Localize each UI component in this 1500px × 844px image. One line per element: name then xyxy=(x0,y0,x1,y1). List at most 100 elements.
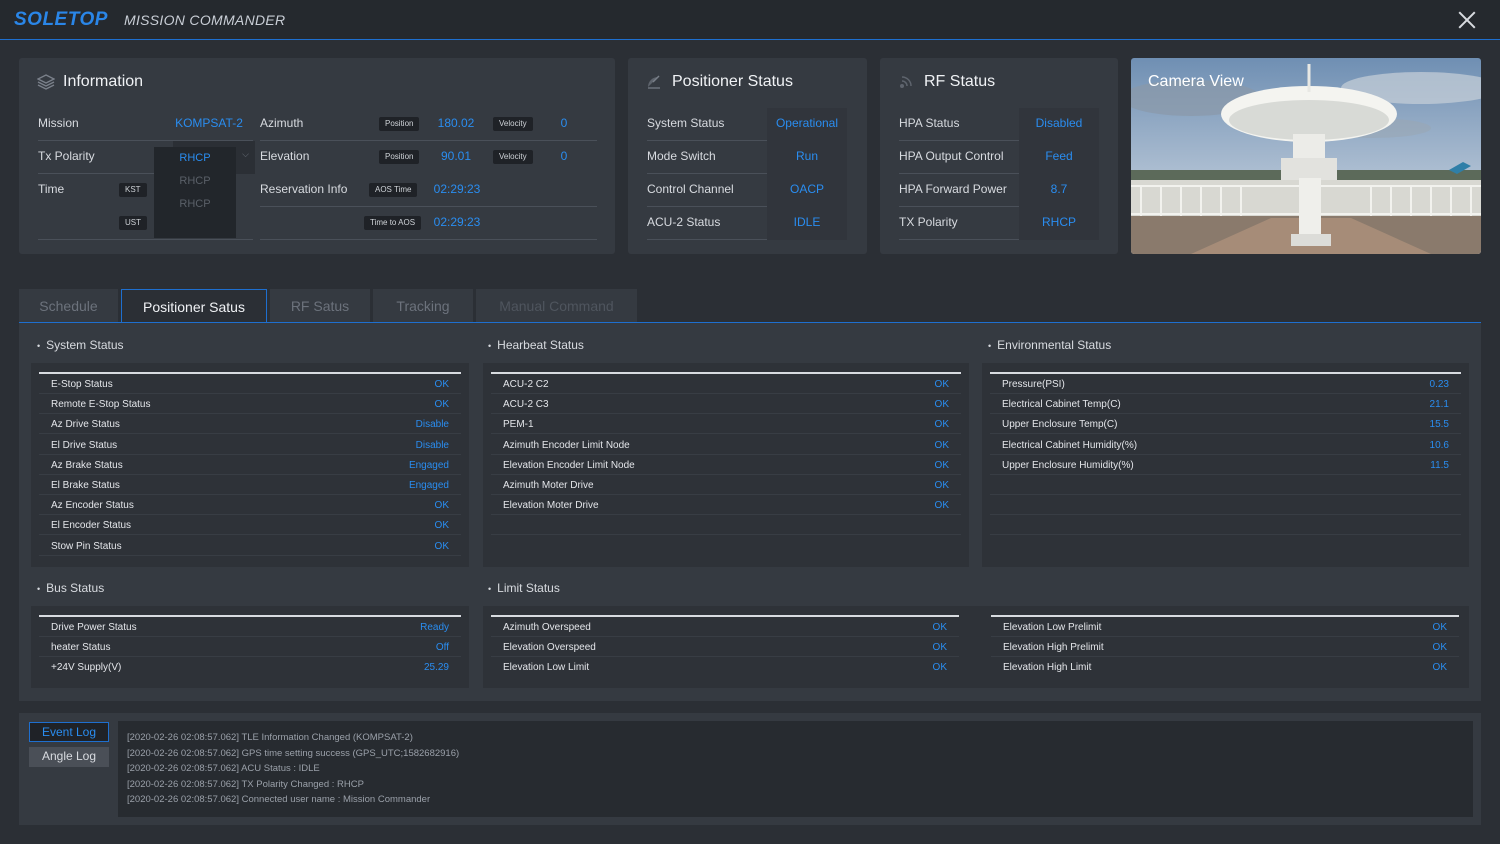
rf-status-card: RF Status HPA Status Disabled HPA Output… xyxy=(880,58,1118,254)
status-row-label: Elevation Low Limit xyxy=(503,662,590,673)
status-row-label: +24V Supply(V) xyxy=(51,662,122,673)
status-row-value: OK xyxy=(934,399,949,410)
status-row-label: Az Drive Status xyxy=(51,419,120,430)
status-row-label: Elevation High Prelimit xyxy=(1003,642,1104,653)
elevation-label: Elevation xyxy=(260,149,310,163)
status-row-value: OK xyxy=(434,379,449,390)
azimuth-row: Azimuth Position 180.02 Velocity 0 xyxy=(260,108,597,141)
status-row-label: Electrical Cabinet Humidity(%) xyxy=(1002,440,1138,451)
status-row: Elevation High Prelimit OK xyxy=(991,637,1459,657)
aos-time-value: 02:29:23 xyxy=(433,182,481,196)
log-line: [2020-02-26 02:08:57.062] TLE Informatio… xyxy=(127,732,413,743)
elevation-velocity-value: 0 xyxy=(560,149,568,163)
tab-manual-command[interactable]: Manual Command xyxy=(476,289,637,323)
log-panel: Event Log Angle Log [2020-02-26 02:08:57… xyxy=(19,713,1481,825)
status-row: E-Stop Status OK xyxy=(39,374,461,394)
dropdown-option[interactable]: RHCP xyxy=(154,170,236,193)
status-row-label: Elevation Moter Drive xyxy=(503,500,599,511)
satellite-dish-icon xyxy=(646,74,664,90)
rf-value-cell: 8.7 xyxy=(1019,174,1099,207)
kst-tag: KST xyxy=(119,183,147,197)
status-row: Upper Enclosure Temp(C) 15.5 xyxy=(990,414,1461,434)
rf-row: TX Polarity RHCP xyxy=(899,207,1099,240)
azimuth-velocity-value: 0 xyxy=(560,116,568,130)
status-row-value: 10.6 xyxy=(1429,440,1449,451)
positioner-row: Mode Switch Run xyxy=(647,141,847,174)
empty-row xyxy=(990,475,1461,495)
dropdown-option[interactable]: RHCP xyxy=(154,193,236,216)
positioner-value-cell: IDLE xyxy=(767,207,847,240)
status-row: Upper Enclosure Humidity(%) 11.5 xyxy=(990,455,1461,475)
system-status-title: System Status xyxy=(37,338,123,352)
status-row-value: OK xyxy=(1432,662,1447,673)
status-row: Az Encoder Status OK xyxy=(39,495,461,515)
heartbeat-status-box: ACU-2 C2 OK ACU-2 C3 OK PEM-1 OK Azimuth En… xyxy=(483,363,969,567)
status-row-label: Azimuth Moter Drive xyxy=(503,480,594,491)
app-title: MISSION COMMANDER xyxy=(124,12,286,28)
status-row-label: Az Brake Status xyxy=(51,460,123,471)
status-row-value: Off xyxy=(435,642,449,653)
close-icon[interactable] xyxy=(1456,9,1478,31)
status-row-value: 25.29 xyxy=(423,662,449,673)
app-logo: SOLETOP xyxy=(14,9,108,30)
status-row-label: El Drive Status xyxy=(51,440,118,451)
status-row: +24V Supply(V) 25.29 xyxy=(39,657,461,677)
positioner-row-value: Run xyxy=(795,149,818,163)
status-row: Az Brake Status Engaged xyxy=(39,455,461,475)
status-row: Electrical Cabinet Humidity(%) 10.6 xyxy=(990,435,1461,455)
status-row: Elevation Low Prelimit OK xyxy=(991,617,1459,637)
positioner-row-value: OACP xyxy=(789,182,824,196)
angle-log-button[interactable]: Angle Log xyxy=(29,747,109,767)
empty-row xyxy=(990,515,1461,535)
status-row-label: Elevation Encoder Limit Node xyxy=(503,460,635,471)
status-row-label: E-Stop Status xyxy=(51,379,113,390)
camera-view[interactable]: Camera View xyxy=(1131,58,1481,254)
status-row-value: 0.23 xyxy=(1429,379,1449,390)
azimuth-velocity-tag: Velocity xyxy=(493,117,533,131)
status-row-label: Upper Enclosure Humidity(%) xyxy=(1002,460,1134,471)
status-row: Elevation Low Limit OK xyxy=(491,657,959,677)
status-row: Elevation Moter Drive OK xyxy=(491,495,961,515)
positioner-value-cell: Operational xyxy=(767,108,847,141)
status-row-value: 11.5 xyxy=(1430,460,1449,471)
empty-row xyxy=(990,495,1461,515)
status-row-value: Engaged xyxy=(408,480,449,491)
rf-status-title-text: RF Status xyxy=(924,73,996,90)
dropdown-option[interactable]: RHCP xyxy=(154,147,236,170)
reservation-row: Reservation Info AOS Time 02:29:23 xyxy=(260,174,597,207)
status-row: Azimuth Encoder Limit Node OK xyxy=(491,435,961,455)
tab-schedule[interactable]: Schedule xyxy=(19,289,118,323)
status-row: Stow Pin Status OK xyxy=(39,536,461,556)
status-row-value: OK xyxy=(932,642,947,653)
rf-status-title: RF Status xyxy=(898,73,995,91)
time-label: Time xyxy=(38,182,65,196)
positioner-row-label: ACU-2 Status xyxy=(647,215,721,229)
aos-time-tag: AOS Time xyxy=(369,183,418,197)
status-row-label: ACU-2 C2 xyxy=(503,379,549,390)
positioner-row: ACU-2 Status IDLE xyxy=(647,207,847,240)
status-row-label: heater Status xyxy=(51,642,111,653)
status-row-value: OK xyxy=(1432,622,1447,633)
positioner-row-label: System Status xyxy=(647,116,725,130)
status-row-label: El Brake Status xyxy=(51,480,120,491)
tab-tracking[interactable]: Tracking xyxy=(373,289,473,323)
status-row: Elevation Overspeed OK xyxy=(491,637,959,657)
status-row-value: OK xyxy=(434,399,449,410)
status-row-value: Ready xyxy=(420,622,449,633)
status-row: El Encoder Status OK xyxy=(39,515,461,535)
event-log-button[interactable]: Event Log xyxy=(29,722,109,742)
environmental-status-title: Environmental Status xyxy=(988,338,1111,352)
system-status-box: E-Stop Status OK Remote E-Stop Status OK A… xyxy=(31,363,469,567)
elevation-velocity-tag: Velocity xyxy=(493,150,533,164)
status-row: Electrical Cabinet Temp(C) 21.1 xyxy=(990,394,1461,414)
rf-row-value: Feed xyxy=(1045,149,1073,163)
positioner-row-value: Operational xyxy=(775,116,839,130)
tab-rf-status[interactable]: RF Satus xyxy=(270,289,370,323)
log-area[interactable]: [2020-02-26 02:08:57.062] TLE Informatio… xyxy=(118,721,1473,817)
status-row-label: Stow Pin Status xyxy=(51,541,122,552)
environmental-status-box: Pressure(PSI) 0.23 Electrical Cabinet Tem… xyxy=(982,363,1469,567)
status-row: Azimuth Overspeed OK xyxy=(491,617,959,637)
tab-positioner-status[interactable]: Positioner Satus xyxy=(121,289,267,323)
status-row-label: Remote E-Stop Status xyxy=(51,399,151,410)
limit-status-box: Azimuth Overspeed OK Elevation Overspeed O… xyxy=(483,606,1469,688)
